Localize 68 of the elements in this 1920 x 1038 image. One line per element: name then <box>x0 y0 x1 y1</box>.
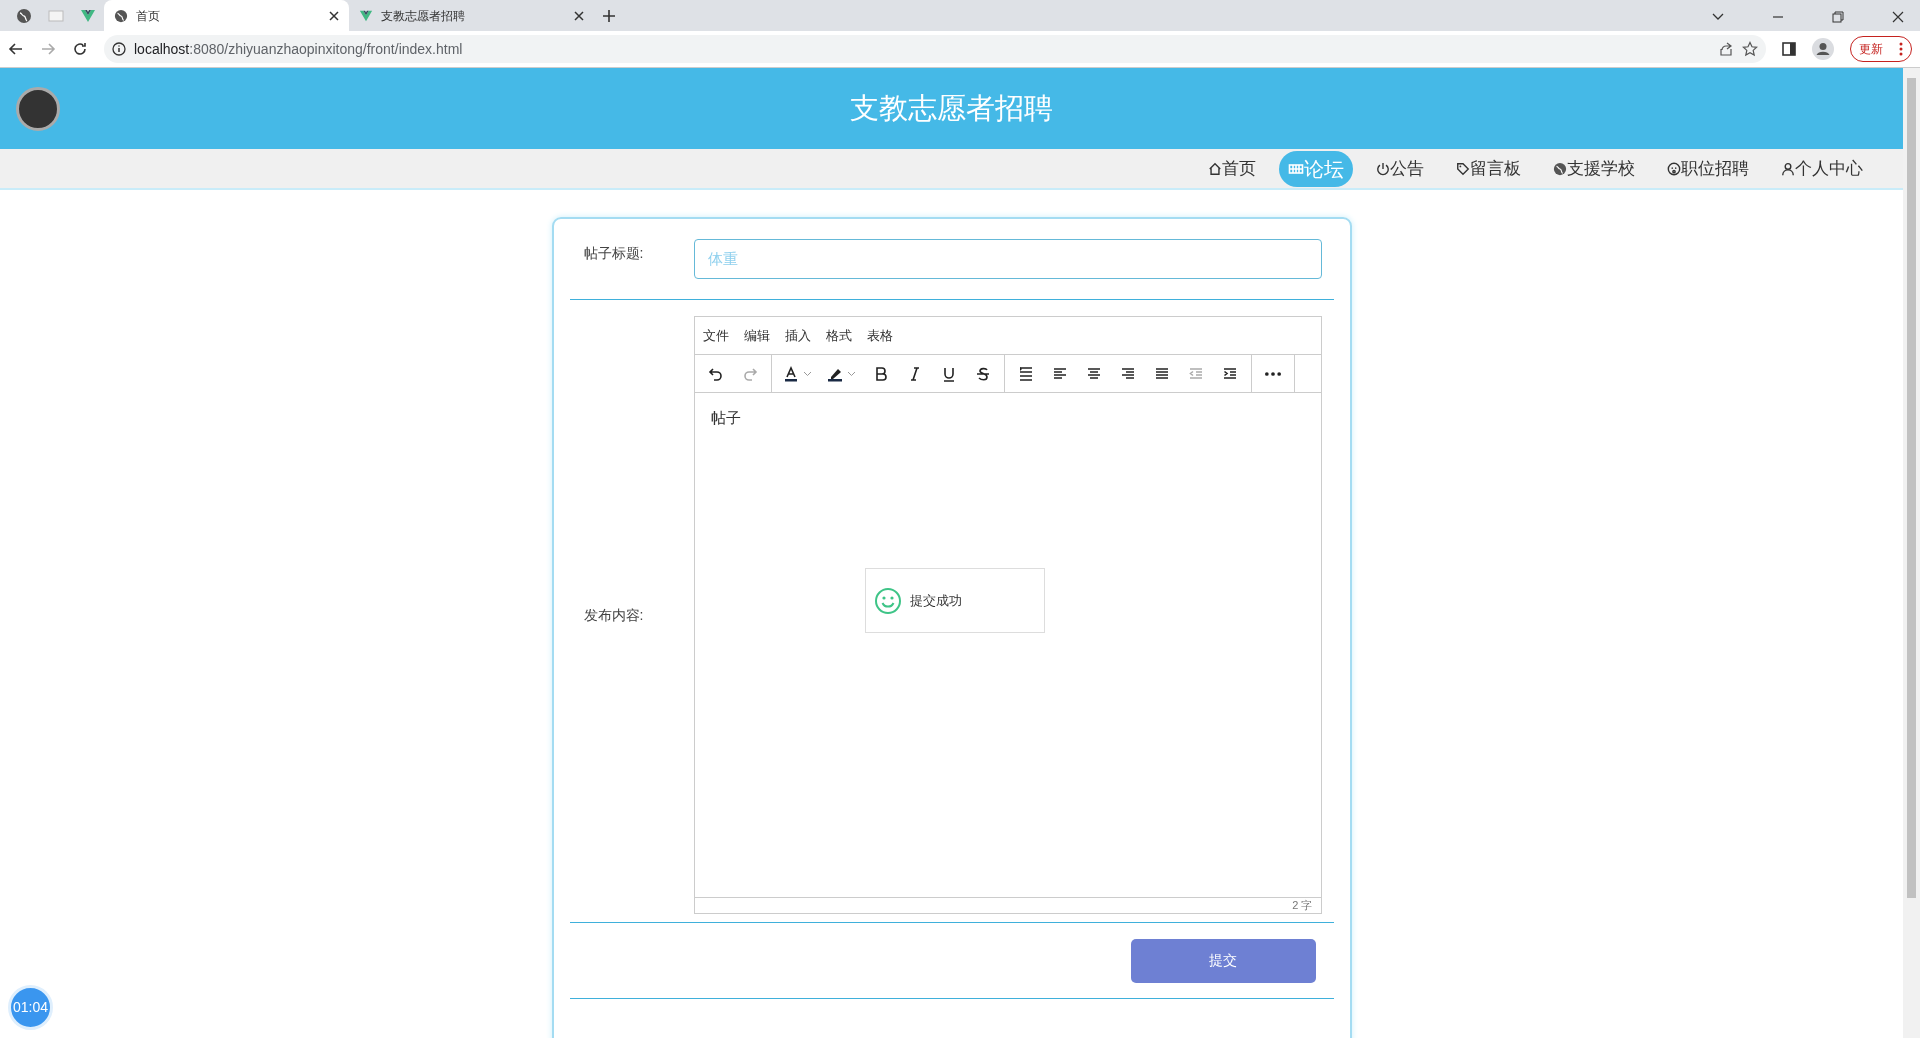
side-panel-icon[interactable] <box>1782 42 1796 56</box>
logo-icon <box>16 86 60 131</box>
back-arrow-icon[interactable] <box>8 41 24 57</box>
editor-menu[interactable]: 编辑 <box>743 325 770 346</box>
v-logo-icon <box>359 8 373 23</box>
justify-icon <box>1153 365 1170 382</box>
tab-title: 首页 <box>136 7 161 25</box>
reload-icon[interactable] <box>72 41 88 57</box>
align-right-icon <box>1119 365 1136 382</box>
field-label: 发布内容: <box>582 605 645 625</box>
restore-icon[interactable] <box>1832 11 1844 23</box>
redo-icon <box>741 365 758 382</box>
editor-menu[interactable]: 插入 <box>784 325 811 346</box>
globe-icon <box>114 8 128 23</box>
user-icon <box>1781 161 1795 176</box>
info-icon[interactable] <box>112 42 126 56</box>
caret-icon <box>803 370 812 377</box>
tab-title: 支教志愿者招聘 <box>381 7 466 25</box>
timer-badge: 01:04 <box>8 985 53 1030</box>
new-tab-icon[interactable] <box>602 9 616 23</box>
tag-icon <box>1456 161 1470 176</box>
editor-text: 帖子 <box>710 408 742 428</box>
globe-icon <box>1553 161 1567 176</box>
field-label: 帖子标题: <box>582 244 645 263</box>
address-field[interactable]: localhost:8080/zhiyuanzhaopinxitong/front/index.html <box>104 35 1766 63</box>
chevron-down-icon[interactable] <box>1712 13 1724 21</box>
editor-menu[interactable]: 文件 <box>702 325 729 346</box>
nav-link[interactable]: 留言板 <box>1447 152 1530 185</box>
indent-icon <box>1221 365 1238 382</box>
close-icon[interactable] <box>1892 11 1904 23</box>
strikethrough-icon <box>974 365 991 382</box>
v-logo-icon <box>80 7 96 24</box>
more-icon <box>1264 371 1281 376</box>
globe-icon <box>16 7 32 24</box>
browser-tab[interactable]: 支教志愿者招聘 <box>349 0 594 31</box>
close-icon[interactable] <box>574 10 584 21</box>
submit-button[interactable]: 提交 <box>1130 938 1316 983</box>
toast-message: 提交成功 <box>909 591 962 610</box>
editor-menu[interactable]: 格式 <box>825 325 852 346</box>
line-spacing-icon <box>1017 365 1034 382</box>
more-vertical-icon <box>1899 42 1903 56</box>
face-icon <box>1667 161 1681 176</box>
share-icon[interactable] <box>1718 41 1734 57</box>
word-count: 2 字 <box>1292 898 1313 914</box>
scrollbar[interactable] <box>1903 68 1920 1038</box>
outdent-icon <box>1187 365 1204 382</box>
close-icon[interactable] <box>329 10 339 21</box>
smiley-icon <box>873 586 902 615</box>
nav-link[interactable]: 首页 <box>1199 152 1265 185</box>
caret-icon <box>847 370 856 377</box>
scrollbar-thumb[interactable] <box>1907 78 1916 898</box>
nav-link[interactable]: 公告 <box>1367 152 1433 185</box>
home-icon <box>1208 161 1222 176</box>
nav-link[interactable]: 支援学校 <box>1544 152 1644 185</box>
page-icon <box>48 7 64 24</box>
undo-icon <box>707 365 724 382</box>
site-title: 支教志愿者招聘 <box>850 90 1053 126</box>
power-icon <box>1376 161 1390 176</box>
align-left-icon <box>1051 365 1068 382</box>
editor-menu[interactable]: 表格 <box>866 325 893 346</box>
nav-link[interactable]: 个人中心 <box>1772 152 1872 185</box>
align-center-icon <box>1085 365 1102 382</box>
text-color-icon <box>783 365 799 382</box>
profile-avatar-icon[interactable] <box>1812 38 1834 60</box>
star-icon[interactable] <box>1742 41 1758 57</box>
browser-tab[interactable]: 首页 <box>104 0 349 31</box>
nav-link[interactable]: 职位招聘 <box>1658 152 1758 185</box>
update-button[interactable]: 更新 <box>1850 36 1912 62</box>
